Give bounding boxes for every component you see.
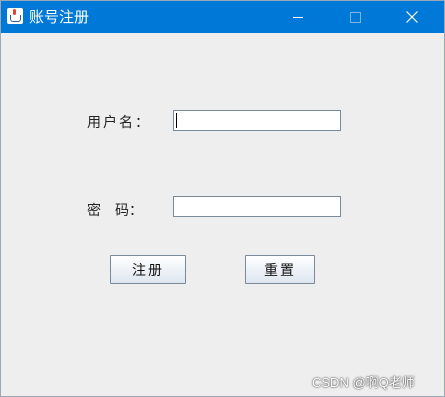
minimize-icon xyxy=(293,16,303,18)
reset-button[interactable]: 重置 xyxy=(245,255,315,284)
title-bar[interactable]: 账号注册 xyxy=(1,1,444,33)
java-cup-icon xyxy=(7,8,23,24)
password-label: 密 码： xyxy=(87,203,143,219)
username-label: 用户名： xyxy=(87,115,151,131)
username-input[interactable] xyxy=(173,110,341,131)
watermark: CSDN @啊Q老师 xyxy=(312,375,415,390)
maximize-icon xyxy=(349,11,361,23)
text-caret xyxy=(176,113,177,128)
register-button[interactable]: 注册 xyxy=(110,255,186,284)
window-title: 账号注册 xyxy=(29,8,90,26)
register-window: 账号注册 用户名： 密 码： 注册 重置 CSDN @啊Q老师 xyxy=(0,0,445,397)
maximize-button xyxy=(332,1,378,33)
close-button[interactable] xyxy=(389,1,435,33)
minimize-button[interactable] xyxy=(275,1,321,33)
close-icon xyxy=(406,11,418,23)
password-input[interactable] xyxy=(173,196,341,217)
